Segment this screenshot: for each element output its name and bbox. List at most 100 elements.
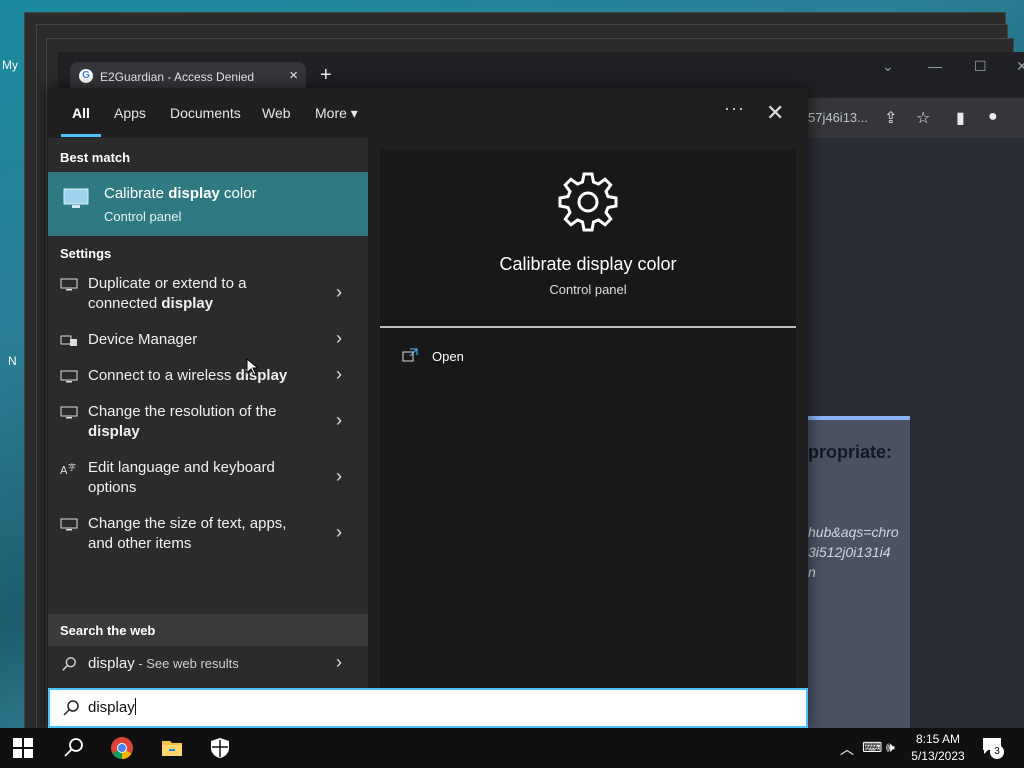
- best-match-subtitle: Control panel: [104, 209, 182, 224]
- web-result-item[interactable]: display - See web results ›: [48, 652, 368, 674]
- detail-divider: [380, 326, 796, 328]
- open-label: Open: [432, 349, 464, 364]
- tab-more-label: More: [315, 105, 347, 121]
- chevron-right-icon[interactable]: ›: [336, 410, 342, 431]
- open-icon: [402, 348, 418, 362]
- settings-item-duplicate-display[interactable]: Duplicate or extend to a connected displ…: [48, 274, 368, 314]
- start-search-panel: All Apps Documents Web More ▾ ··· ✕ Best…: [48, 88, 808, 728]
- display-icon: [60, 518, 78, 531]
- taskbar: ︿ ⌨ 🕪 8:15 AM 5/13/2023 3: [0, 728, 1024, 768]
- search-web-header: Search the web: [48, 614, 368, 646]
- settings-item-resolution[interactable]: Change the resolution of the display ›: [48, 402, 368, 442]
- volume-icon[interactable]: 🕪: [886, 739, 895, 756]
- desktop-icon-label[interactable]: My: [2, 58, 18, 72]
- side-panel-icon[interactable]: ▮: [956, 108, 965, 128]
- chevron-right-icon[interactable]: ›: [336, 522, 342, 543]
- settings-item-text-size[interactable]: Change the size of text, apps, and other…: [48, 514, 368, 554]
- best-match-title-pre: Calibrate: [104, 185, 169, 202]
- settings-item-bold: display: [235, 367, 288, 384]
- settings-item-label: Device Manager: [88, 331, 198, 348]
- detail-subtitle: Control panel: [549, 282, 627, 297]
- best-match-title: Calibrate display color: [104, 185, 257, 202]
- close-search-button[interactable]: ✕: [766, 100, 784, 126]
- settings-item-bold: display: [161, 295, 214, 312]
- detail-title: Calibrate display color: [499, 254, 677, 274]
- card-text-line: hub&aqs=chro: [808, 524, 899, 540]
- result-detail-pane: Calibrate display color Control panel Op…: [380, 150, 796, 688]
- settings-item-device-manager[interactable]: Device Manager ›: [48, 328, 368, 350]
- file-explorer-icon[interactable]: [160, 736, 184, 760]
- tab-documents[interactable]: Documents: [170, 105, 241, 121]
- section-search-web: Search the web: [60, 623, 156, 638]
- chevron-right-icon[interactable]: ›: [336, 328, 342, 349]
- notification-count: 3: [990, 745, 1004, 759]
- search-icon[interactable]: [62, 736, 86, 760]
- maximize-button[interactable]: ☐: [974, 58, 987, 75]
- clock-time: 8:15 AM: [915, 732, 961, 746]
- system-clock[interactable]: 8:15 AM 5/13/2023: [900, 731, 976, 765]
- tab-web[interactable]: Web: [262, 105, 291, 121]
- active-tab-indicator: [61, 134, 101, 137]
- svg-text:字: 字: [68, 462, 76, 472]
- minimize-button[interactable]: —: [928, 58, 942, 74]
- more-options-icon[interactable]: ···: [724, 98, 745, 119]
- best-match-item[interactable]: Calibrate display color Control panel: [48, 172, 368, 236]
- settings-item-bold: display: [88, 423, 140, 440]
- svg-text:A: A: [60, 464, 68, 476]
- web-result-query: display: [88, 655, 135, 672]
- chevron-right-icon[interactable]: ›: [336, 282, 342, 303]
- language-icon: A字: [60, 462, 76, 476]
- security-shield-icon[interactable]: [208, 736, 232, 760]
- chevron-right-icon[interactable]: ›: [336, 652, 342, 673]
- device-manager-icon: [60, 335, 77, 346]
- address-bar[interactable]: 57j46i13...: [808, 110, 868, 125]
- close-tab-icon[interactable]: ×: [289, 67, 298, 84]
- clock-date: 5/13/2023: [911, 749, 965, 763]
- tab-all[interactable]: All: [72, 105, 90, 121]
- settings-item-language-keyboard[interactable]: A字 Edit language and keyboard options ›: [48, 458, 368, 498]
- notification-center[interactable]: 3: [982, 737, 1004, 759]
- mouse-cursor-icon: [246, 358, 258, 376]
- card-text-line: n: [808, 564, 816, 580]
- desktop-icon-label[interactable]: N: [8, 354, 17, 368]
- display-icon: [60, 278, 78, 291]
- google-icon: G: [79, 69, 93, 83]
- search-filter-tabs: All Apps Documents Web More ▾ ··· ✕: [48, 88, 808, 138]
- tab-title: E2Guardian - Access Denied: [100, 70, 255, 84]
- settings-item-label: Edit language and keyboard options: [88, 459, 275, 496]
- network-icon[interactable]: ⌨: [862, 739, 882, 756]
- tab-more[interactable]: More ▾: [315, 105, 358, 122]
- best-match-title-bold: display: [168, 185, 220, 202]
- chevron-up-icon[interactable]: ︿: [840, 739, 854, 759]
- card-heading: propriate:: [808, 442, 893, 462]
- search-input[interactable]: display: [48, 688, 808, 728]
- search-icon: [62, 657, 76, 671]
- tab-apps[interactable]: Apps: [114, 105, 146, 121]
- search-results-list: Best match Calibrate display color Contr…: [48, 138, 368, 688]
- profile-icon[interactable]: ●: [988, 108, 998, 126]
- web-result-suffix: - See web results: [134, 656, 239, 671]
- close-window-button[interactable]: ✕: [1016, 58, 1024, 75]
- chevron-right-icon[interactable]: ›: [336, 466, 342, 487]
- share-icon[interactable]: ⇪: [884, 108, 897, 128]
- gear-icon: [558, 172, 618, 232]
- search-query-text: display: [88, 699, 135, 716]
- settings-item-label: Change the resolution of the: [88, 403, 277, 420]
- settings-item-wireless-display[interactable]: Connect to a wireless display ›: [48, 364, 368, 386]
- access-denied-card: propriate: hub&aqs=chro 3i512j0i131i4 n: [808, 416, 910, 740]
- text-caret: [134, 698, 136, 715]
- bookmark-star-icon[interactable]: ☆: [916, 108, 930, 128]
- section-best-match: Best match: [60, 150, 131, 165]
- section-settings: Settings: [60, 246, 112, 261]
- chevron-down-icon: ▾: [350, 105, 358, 121]
- new-tab-button[interactable]: +: [320, 64, 332, 87]
- chevron-right-icon[interactable]: ›: [336, 364, 342, 385]
- best-match-title-post: color: [219, 185, 257, 202]
- tab-search-icon[interactable]: ⌄: [882, 58, 894, 75]
- windows-start-icon[interactable]: [13, 738, 33, 758]
- settings-item-label: Connect to a wireless: [88, 367, 236, 384]
- display-icon: [60, 406, 78, 419]
- chrome-icon[interactable]: [110, 736, 134, 760]
- display-icon: [60, 370, 78, 383]
- settings-item-label: Change the size of text, apps, and other…: [88, 515, 287, 552]
